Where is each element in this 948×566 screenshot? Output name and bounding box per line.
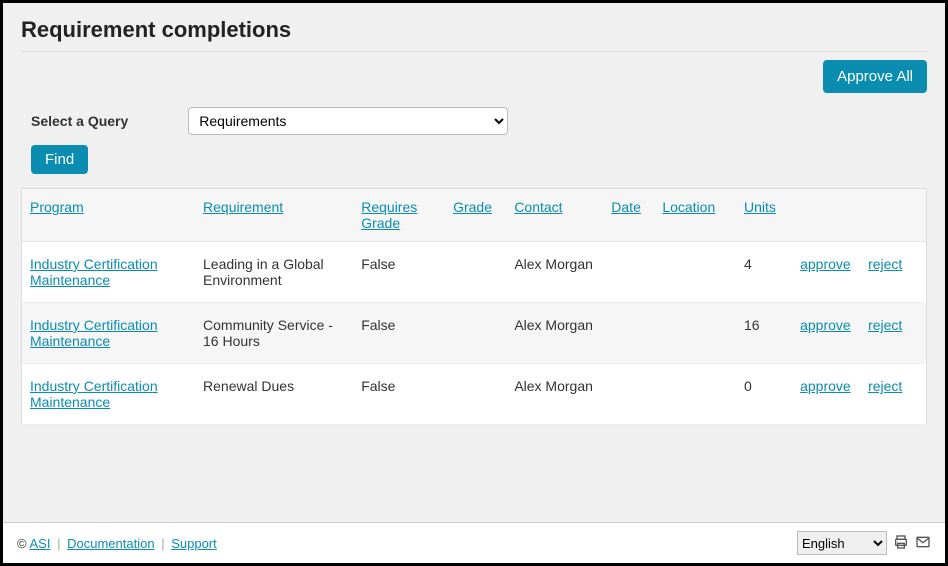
divider (21, 51, 927, 52)
cell-requires-grade: False (353, 242, 445, 303)
query-select[interactable]: Requirements (188, 107, 508, 135)
table-row: Industry Certification Maintenance Renewa… (22, 364, 927, 425)
query-label: Select a Query (31, 113, 128, 129)
language-select[interactable]: English (797, 531, 887, 555)
print-icon[interactable] (893, 534, 909, 553)
cell-requirement: Community Service - 16 Hours (195, 303, 353, 364)
mail-icon[interactable] (915, 534, 931, 553)
page-title: Requirement completions (21, 17, 927, 43)
cell-location (654, 242, 736, 303)
header-contact[interactable]: Contact (514, 199, 562, 215)
cell-location (654, 303, 736, 364)
cell-program[interactable]: Industry Certification Maintenance (30, 378, 158, 410)
cell-location (654, 364, 736, 425)
table-row: Industry Certification Maintenance Leadin… (22, 242, 927, 303)
footer-link-asi[interactable]: ASI (30, 536, 51, 551)
cell-units: 0 (736, 364, 792, 425)
cell-units: 4 (736, 242, 792, 303)
cell-contact: Alex Morgan (506, 303, 603, 364)
approve-link[interactable]: approve (800, 256, 851, 272)
cell-program[interactable]: Industry Certification Maintenance (30, 256, 158, 288)
header-units[interactable]: Units (744, 199, 776, 215)
header-date[interactable]: Date (611, 199, 641, 215)
copyright-symbol: © (17, 536, 27, 551)
header-program[interactable]: Program (30, 199, 84, 215)
cell-contact: Alex Morgan (506, 242, 603, 303)
cell-requires-grade: False (353, 364, 445, 425)
cell-requirement: Leading in a Global Environment (195, 242, 353, 303)
cell-date (603, 242, 654, 303)
header-location[interactable]: Location (662, 199, 715, 215)
header-grade[interactable]: Grade (453, 199, 492, 215)
footer-link-documentation[interactable]: Documentation (67, 536, 154, 551)
reject-link[interactable]: reject (868, 378, 902, 394)
cell-grade (445, 303, 506, 364)
cell-requires-grade: False (353, 303, 445, 364)
approve-link[interactable]: approve (800, 378, 851, 394)
cell-units: 16 (736, 303, 792, 364)
cell-grade (445, 364, 506, 425)
cell-date (603, 364, 654, 425)
data-table: Program Requirement Requires Grade Grade… (21, 188, 927, 425)
header-requirement[interactable]: Requirement (203, 199, 283, 215)
find-button[interactable]: Find (31, 145, 88, 174)
cell-date (603, 303, 654, 364)
cell-program[interactable]: Industry Certification Maintenance (30, 317, 158, 349)
header-requires-grade[interactable]: Requires Grade (361, 199, 417, 231)
approve-link[interactable]: approve (800, 317, 851, 333)
footer-link-support[interactable]: Support (171, 536, 217, 551)
cell-grade (445, 242, 506, 303)
reject-link[interactable]: reject (868, 317, 902, 333)
footer: © ASI | Documentation | Support English (3, 522, 945, 563)
cell-contact: Alex Morgan (506, 364, 603, 425)
reject-link[interactable]: reject (868, 256, 902, 272)
cell-requirement: Renewal Dues (195, 364, 353, 425)
table-row: Industry Certification Maintenance Commun… (22, 303, 927, 364)
approve-all-button[interactable]: Approve All (823, 60, 927, 93)
